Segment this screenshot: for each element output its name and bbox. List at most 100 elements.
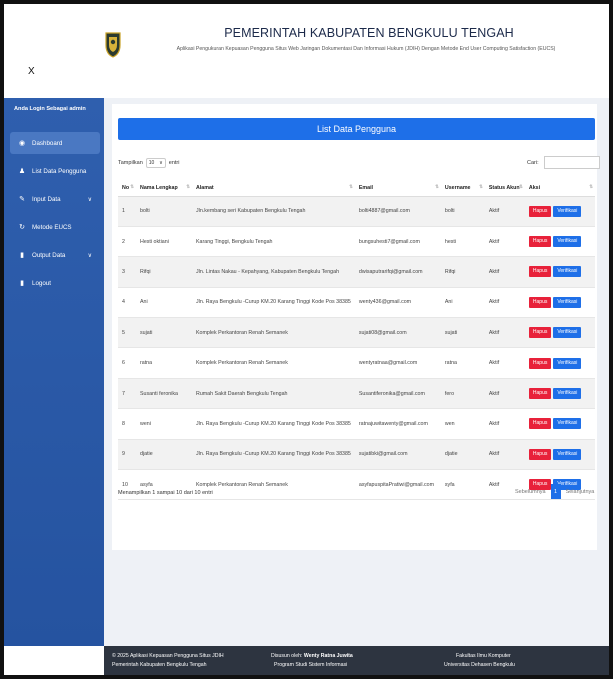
cell-no: 6	[118, 347, 136, 379]
sidebar-item-label: Metode EUCS	[32, 223, 72, 231]
delete-button[interactable]: Hapus	[528, 205, 552, 217]
refresh-icon: ↻	[19, 224, 25, 231]
cell-alamat: Komplek Perkantoran Renah Semanek	[192, 317, 355, 349]
verify-button[interactable]: Verifikasi	[553, 388, 582, 400]
table-row: 6 ratna Komplek Perkantoran Renah Semanek w…	[118, 347, 595, 379]
footer-faculty: Fakultas Ilmu Komputer	[456, 653, 511, 659]
footer-author-prefix: Disusun oleh:	[271, 653, 303, 659]
table-header-row: No ⇅ Nama Lengkap ⇅ Alamat ⇅ Email ⇅ Usernam…	[118, 180, 595, 197]
page-header: PEMERINTAH KABUPATEN BENGKULU TENGAH Apl…	[4, 4, 609, 98]
column-header-no[interactable]: No ⇅	[118, 180, 136, 197]
edit-icon: ✎	[19, 196, 25, 203]
cell-email: sujati08@gmail.com	[354, 317, 441, 349]
cell-aksi: Hapus Verifikasi	[524, 226, 595, 258]
column-header-alamat[interactable]: Alamat ⇅	[192, 180, 355, 197]
footer-author: Disusun oleh: Wenty Ratna Juwita	[271, 653, 353, 659]
login-status: Anda Login Sebagai admin	[14, 106, 86, 112]
verify-button[interactable]: Verifikasi	[553, 205, 582, 217]
cell-alamat: Jln.kembang seri Kabupaten Bengkulu Teng…	[192, 196, 355, 227]
delete-button[interactable]: Hapus	[528, 236, 552, 248]
search-label: Cari:	[527, 159, 539, 166]
delete-button[interactable]: Hapus	[528, 448, 552, 460]
cell-alamat: Rumah Sakit Daerah Bengkulu Tengah	[192, 378, 355, 410]
cell-email: wenty436@gmail.com	[354, 287, 441, 319]
column-header-aksi[interactable]: Aksi ⇅	[524, 180, 595, 197]
delete-button[interactable]: Hapus	[528, 327, 552, 339]
cell-no: 7	[118, 378, 136, 410]
page-footer: © 2025 Aplikasi Kepuasan Pengguna Situs …	[104, 646, 609, 675]
cell-no: 5	[118, 317, 136, 349]
search-control: Cari:	[527, 156, 600, 169]
cell-nama: bolti	[136, 196, 192, 227]
pagination-next[interactable]: Selanjutnya	[563, 489, 598, 495]
cell-alamat: Jln. Lintas Nakau - Kepahyang, Kabupaten…	[192, 256, 355, 288]
sidebar-item-label: Logout	[32, 279, 51, 287]
cell-username: fero	[440, 378, 485, 410]
column-header-status[interactable]: Status Akun ⇅	[484, 180, 525, 197]
column-header-username[interactable]: Username ⇅	[440, 180, 485, 197]
cell-status: Aktif	[484, 287, 525, 319]
cell-aksi: Hapus Verifikasi	[524, 408, 595, 440]
regency-logo-icon	[105, 32, 121, 58]
page-title: PEMERINTAH KABUPATEN BENGKULU TENGAH	[224, 26, 514, 40]
delete-button[interactable]: Hapus	[528, 418, 552, 430]
cell-status: Aktif	[484, 256, 525, 288]
column-header-nama[interactable]: Nama Lengkap ⇅	[136, 180, 192, 197]
sort-icon: ⇅	[519, 184, 523, 189]
cell-email: ratnajuwitawenty@gmail.com	[354, 408, 441, 440]
verify-button[interactable]: Verifikasi	[553, 296, 582, 308]
cell-aksi: Hapus Verifikasi	[524, 317, 595, 349]
verify-button[interactable]: Verifikasi	[553, 236, 582, 248]
main-content: List Data Pengguna Tampilkan 10 ∨ entri …	[104, 98, 609, 646]
sidebar-item-input-data[interactable]: ✎ Input Data ∨	[10, 188, 100, 210]
cell-nama: Susanti feronika	[136, 378, 192, 410]
chevron-down-icon: ∨	[87, 196, 92, 203]
entries-length-control: Tampilkan 10 ∨ entri	[118, 158, 179, 168]
sidebar-item-list-data-pengguna[interactable]: ♟ List Data Pengguna	[10, 160, 100, 182]
cell-aksi: Hapus Verifikasi	[524, 287, 595, 319]
delete-button[interactable]: Hapus	[528, 388, 552, 400]
entries-select-value: 10	[148, 160, 155, 166]
cell-username: Rifqi	[440, 256, 485, 288]
cell-nama: sujati	[136, 317, 192, 349]
search-input[interactable]	[543, 156, 600, 169]
verify-button[interactable]: Verifikasi	[553, 327, 582, 339]
card-title: List Data Pengguna	[118, 118, 595, 140]
cell-nama: ratna	[136, 347, 192, 379]
user-table: No ⇅ Nama Lengkap ⇅ Alamat ⇅ Email ⇅ Usernam…	[118, 180, 595, 501]
sidebar-item-metode-eucs[interactable]: ↻ Metode EUCS	[10, 216, 100, 238]
cell-nama: Rifqi	[136, 256, 192, 288]
column-header-email[interactable]: Email ⇅	[354, 180, 441, 197]
cell-username: syfa	[440, 469, 485, 501]
verify-button[interactable]: Verifikasi	[553, 418, 582, 430]
pagination-previous[interactable]: Sebelumnya	[512, 489, 549, 495]
sidebar-item-dashboard[interactable]: ◉ Dashboard	[10, 132, 100, 154]
delete-button[interactable]: Hapus	[528, 357, 552, 369]
entries-select[interactable]: 10 ∨	[145, 158, 166, 168]
table-row: 5 sujati Komplek Perkantoran Renah Semanek…	[118, 317, 595, 349]
cell-status: Aktif	[484, 347, 525, 379]
sidebar-item-logout[interactable]: ▮ Logout	[10, 272, 100, 294]
pagination-page-1[interactable]: 1	[550, 484, 561, 499]
verify-button[interactable]: Verifikasi	[553, 357, 582, 369]
cell-status: Aktif	[484, 226, 525, 258]
cell-nama: weni	[136, 408, 192, 440]
cell-email: bolti4887@gmail.com	[354, 196, 441, 227]
delete-button[interactable]: Hapus	[528, 266, 552, 278]
cell-no: 8	[118, 408, 136, 440]
verify-button[interactable]: Verifikasi	[553, 448, 582, 460]
delete-button[interactable]: Hapus	[528, 296, 552, 308]
cell-nama: djatie	[136, 439, 192, 471]
cell-alamat: Jln. Raya Bengkulu -Curup KM.20 Karang T…	[192, 287, 355, 319]
cell-username: wen	[440, 408, 485, 440]
sidebar-item-label: Output Data	[32, 251, 66, 259]
table-row: 9 djatie Jln. Raya Bengkulu -Curup KM.20 K…	[118, 439, 595, 471]
sidebar-item-output-data[interactable]: ▮ Output Data ∨	[10, 244, 100, 266]
close-button[interactable]: X	[28, 66, 35, 77]
chevron-down-icon: ∨	[87, 252, 92, 259]
verify-button[interactable]: Verifikasi	[553, 266, 582, 278]
user-icon: ♟	[18, 168, 26, 175]
sidebar-item-label: Dashboard	[32, 139, 63, 147]
cell-email: wentyratnaa@gmail.com	[354, 347, 441, 379]
table-row: 2 Hesti oktiani Karang Tinggi, Bengkulu Te…	[118, 226, 595, 258]
